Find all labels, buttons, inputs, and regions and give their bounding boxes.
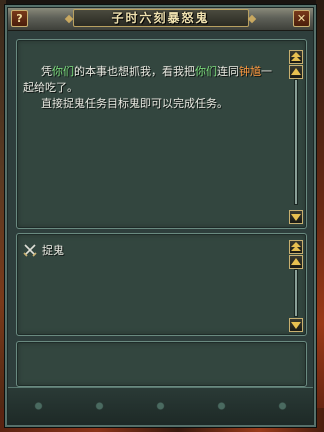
crossed-swords-icon [23, 244, 37, 257]
dialog-panel: 凭你们的本事也想抓我，看我把你们连同钟馗一 起给吃了。 直接捉鬼任务目标鬼即可以… [16, 39, 307, 229]
dialog-text-segment: 直接捉鬼任务目标鬼即可以完成任务。 [41, 97, 228, 110]
title-ornament-right-icon [247, 14, 257, 24]
down-arrow-icon [291, 322, 301, 329]
options-scrollbar[interactable] [289, 240, 303, 334]
dialog-line-2: 起给吃了。 [23, 81, 78, 94]
options-scroll-down-button[interactable] [289, 318, 303, 332]
highlight-npc-name: 钟馗 [239, 65, 261, 78]
option-item-catch-ghost[interactable]: 捉鬼 [23, 242, 64, 258]
up-arrow-icon [291, 258, 301, 265]
options-scroll-top-button[interactable] [289, 240, 303, 254]
dialog-text: 凭你们的本事也想抓我，看我把你们连同钟馗一 起给吃了。 直接捉鬼任务目标鬼即可以… [23, 64, 287, 112]
scroll-track[interactable] [295, 80, 297, 204]
dialog-text-segment: 凭 [41, 65, 52, 78]
options-scroll-track[interactable] [295, 270, 297, 316]
dialog-text-segment: 连同 [217, 65, 239, 78]
window-titlebar[interactable]: ? 子时六刻暴怒鬼 ✕ [8, 8, 313, 31]
up-arrow-icon [291, 68, 301, 75]
dialog-text-segment: 一 [261, 65, 272, 78]
empty-panel [16, 341, 307, 387]
double-up-arrow-icon [291, 242, 301, 251]
double-up-arrow-icon [291, 52, 301, 61]
dialog-line-3: 直接捉鬼任务目标鬼即可以完成任务。 [23, 96, 287, 112]
down-arrow-icon [291, 214, 301, 221]
close-button[interactable]: ✕ [293, 10, 310, 27]
scroll-up-button[interactable] [289, 65, 303, 79]
options-scroll-up-button[interactable] [289, 255, 303, 269]
game-scene: ? 子时六刻暴怒鬼 ✕ 凭你们的本事也想抓我，看我把你们连同钟馗一 起给吃了。 … [0, 0, 324, 432]
option-label: 捉鬼 [42, 244, 64, 257]
dialog-line-1: 凭你们的本事也想抓我，看我把你们连同钟馗一 [23, 64, 287, 80]
window-footer-ornament [8, 387, 313, 424]
help-button[interactable]: ? [11, 10, 28, 27]
options-panel: 捉鬼 [16, 233, 307, 336]
highlight-player-term: 你们 [195, 65, 217, 78]
scroll-down-button[interactable] [289, 210, 303, 224]
highlight-player-term: 你们 [52, 65, 74, 78]
window-title: 子时六刻暴怒鬼 [72, 9, 249, 27]
scroll-top-button[interactable] [289, 50, 303, 64]
dialog-scrollbar[interactable] [289, 50, 303, 226]
dialog-text-segment: 的本事也想抓我，看我把 [74, 65, 195, 78]
npc-dialog-window: ? 子时六刻暴怒鬼 ✕ 凭你们的本事也想抓我，看我把你们连同钟馗一 起给吃了。 … [4, 4, 317, 428]
background-scene-right [316, 0, 324, 432]
